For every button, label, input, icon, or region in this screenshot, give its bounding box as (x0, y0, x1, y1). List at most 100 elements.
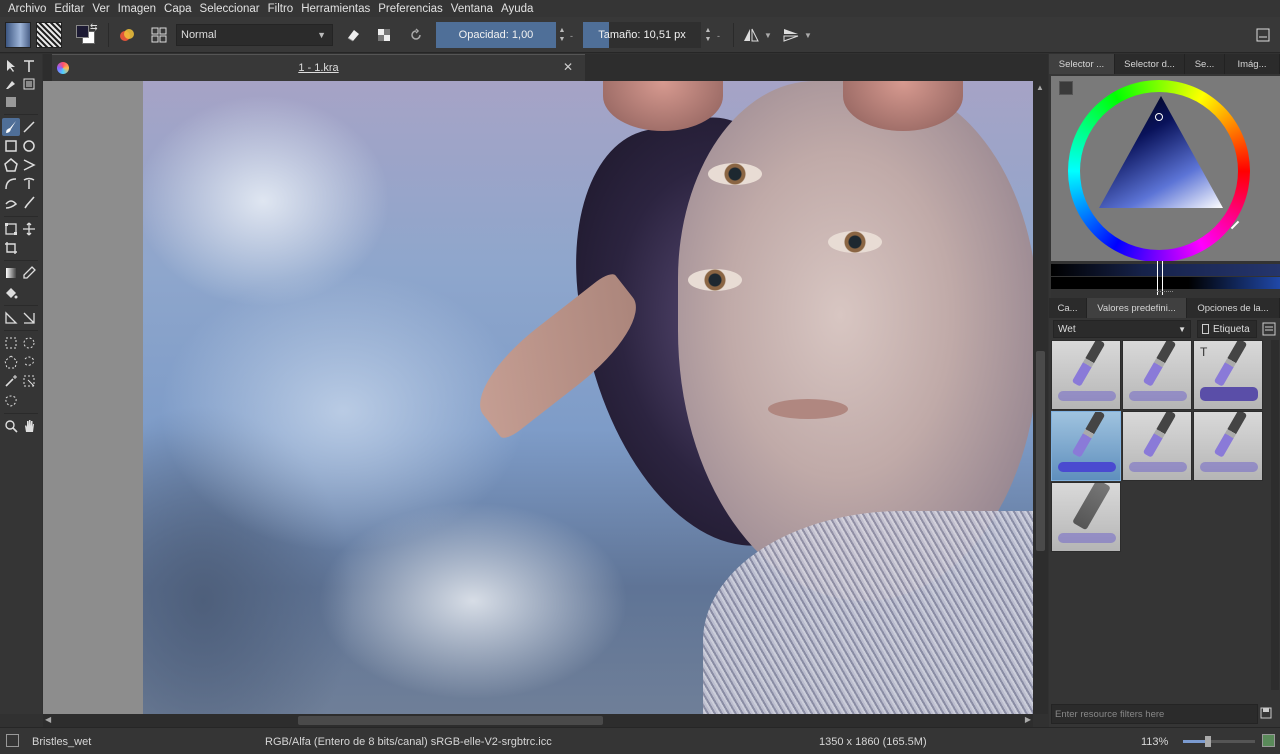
painting-image[interactable] (143, 81, 1033, 714)
ellipse-tool[interactable] (20, 137, 38, 155)
brush-preset-item[interactable] (1193, 411, 1263, 481)
scroll-left-icon[interactable]: ◀ (45, 715, 51, 724)
scrollbar-thumb[interactable] (298, 716, 603, 725)
measure-tool[interactable] (2, 309, 20, 327)
tab-advanced-color-selector[interactable]: Selector ... (1049, 54, 1115, 74)
freehand-brush-tool[interactable] (2, 118, 20, 136)
gradient-selector[interactable] (5, 22, 31, 48)
scroll-right-icon[interactable]: ▶ (1025, 715, 1031, 724)
gradient-tool[interactable] (2, 264, 20, 282)
size-slider[interactable]: Tamaño: 10,51 px (583, 22, 701, 48)
canvas-vertical-scrollbar[interactable]: ▲ (1033, 81, 1048, 714)
tab-third[interactable]: Se... (1185, 54, 1225, 74)
assistant-tool[interactable] (20, 309, 38, 327)
blend-mode-combo[interactable]: Normal ▼ (176, 24, 333, 46)
pattern-edit-tool[interactable] (2, 93, 20, 111)
opacity-spin-arrows[interactable]: ▲ ▼ (556, 22, 568, 48)
menu-seleccionar[interactable]: Seleccionar (196, 3, 264, 15)
tag-button[interactable]: Etiqueta (1197, 320, 1257, 338)
canvas[interactable] (43, 81, 1033, 714)
text-tool[interactable] (20, 57, 38, 75)
multibrush-tool[interactable] (20, 194, 38, 212)
color-picker-tool[interactable] (20, 264, 38, 282)
brush-preset-item[interactable] (1122, 340, 1192, 410)
canvas-horizontal-scrollbar[interactable]: ◀ ▶ (43, 714, 1033, 727)
zoom-slider[interactable] (1183, 736, 1255, 747)
menu-herramientas[interactable]: Herramientas (297, 3, 374, 15)
menu-imagen[interactable]: Imagen (114, 3, 160, 15)
menu-editar[interactable]: Editar (50, 3, 88, 15)
tag-combo[interactable]: Wet ▼ (1053, 320, 1191, 338)
brush-preset-item[interactable] (1122, 411, 1192, 481)
color-settings-icon[interactable] (1059, 81, 1073, 95)
contiguous-selection-tool[interactable] (2, 372, 20, 390)
mirror-vertical-button[interactable] (779, 22, 803, 48)
tab-color-selector[interactable]: Selector d... (1115, 54, 1185, 74)
opacity-slider[interactable]: Opacidad: 1,00 (436, 22, 556, 48)
foreground-color-swatch[interactable] (76, 25, 89, 38)
reload-preset-button[interactable] (404, 22, 428, 48)
menu-archivo[interactable]: Archivo (4, 3, 50, 15)
menu-ver[interactable]: Ver (88, 3, 113, 15)
tab-image[interactable]: Imág... (1225, 54, 1280, 74)
polyline-tool[interactable] (20, 156, 38, 174)
presets-scrollbar[interactable] (1271, 340, 1279, 690)
edit-shapes-tool[interactable] (2, 75, 20, 93)
shade-bar-2[interactable] (1051, 277, 1280, 289)
dynamic-brush-tool[interactable] (2, 194, 20, 212)
brush-preset-item[interactable] (1051, 482, 1121, 552)
line-tool[interactable] (20, 118, 38, 136)
menu-ayuda[interactable]: Ayuda (497, 3, 537, 15)
view-mode-button[interactable] (1261, 321, 1277, 337)
transform-tool[interactable] (2, 220, 20, 238)
gradient-edit-tool[interactable] (20, 75, 38, 93)
preserve-alpha-button[interactable] (372, 22, 396, 48)
fg-bg-color-selector[interactable]: ⇆ (74, 22, 102, 48)
menu-capa[interactable]: Capa (160, 3, 196, 15)
freehand-path-tool[interactable] (20, 175, 38, 193)
similar-color-selection-tool[interactable] (20, 372, 38, 390)
bezier-selection-tool[interactable] (2, 392, 20, 410)
tab-tool-options[interactable]: Opciones de la... (1187, 298, 1280, 318)
tab-layers[interactable]: Ca... (1049, 298, 1087, 318)
brush-preset-item-selected[interactable] (1051, 411, 1121, 481)
polygonal-selection-tool[interactable] (2, 353, 20, 371)
scroll-up-icon[interactable]: ▲ (1036, 83, 1044, 92)
rectangular-selection-tool[interactable] (2, 334, 20, 352)
swap-colors-icon[interactable]: ⇆ (90, 22, 98, 33)
eraser-mode-button[interactable] (341, 22, 365, 48)
crop-tool[interactable] (2, 239, 20, 257)
polygon-tool[interactable] (2, 156, 20, 174)
freehand-selection-tool[interactable] (20, 353, 38, 371)
brush-editor-button[interactable] (147, 22, 171, 48)
rectangle-tool[interactable] (2, 137, 20, 155)
pin-close-icon[interactable]: ✕ (563, 60, 573, 74)
menu-preferencias[interactable]: Preferencias (374, 3, 447, 15)
move-tool[interactable] (20, 220, 38, 238)
tab-brush-presets[interactable]: Valores predefini... (1087, 298, 1187, 318)
brush-presets-button[interactable] (115, 22, 139, 48)
menu-filtro[interactable]: Filtro (264, 3, 298, 15)
brush-preset-item[interactable]: T (1193, 340, 1263, 410)
resource-filter-input[interactable]: Enter resource filters here (1051, 704, 1258, 724)
select-shapes-tool[interactable] (2, 57, 20, 75)
pattern-selector[interactable] (36, 22, 62, 48)
zoom-tool[interactable] (2, 417, 20, 435)
shade-bar-1[interactable] (1051, 264, 1280, 276)
document-tab[interactable]: 1 - 1.kra ✕ (52, 54, 585, 81)
toolbar-settings-button[interactable] (1251, 22, 1275, 48)
bezier-curve-tool[interactable] (2, 175, 20, 193)
save-filter-button[interactable] (1259, 706, 1273, 720)
brush-preset-item[interactable] (1051, 340, 1121, 410)
scrollbar-thumb[interactable] (1036, 351, 1045, 551)
mirror-horizontal-button[interactable] (739, 22, 763, 48)
canvas-only-toggle-icon[interactable] (1262, 734, 1275, 747)
zoom-slider-knob[interactable] (1205, 736, 1211, 747)
fill-tool[interactable] (2, 284, 20, 302)
hue-wheel[interactable] (1068, 80, 1250, 262)
menu-ventana[interactable]: Ventana (447, 3, 497, 15)
docker-splitter-handle[interactable] (1157, 291, 1173, 294)
size-spin-arrows[interactable]: ▲ ▼ (702, 22, 714, 48)
pan-tool[interactable] (20, 417, 38, 435)
elliptical-selection-tool[interactable] (20, 334, 38, 352)
